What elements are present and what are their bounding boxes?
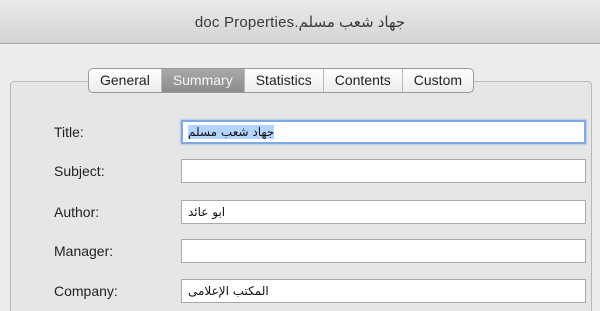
title-field[interactable]: جهاد شعب مسلم xyxy=(181,120,586,144)
company-field[interactable]: المكتب الإعلامى xyxy=(181,279,586,303)
tab-statistics[interactable]: Statistics xyxy=(245,69,324,92)
subject-field[interactable] xyxy=(181,159,586,183)
tab-summary[interactable]: Summary xyxy=(161,69,245,92)
author-label: Author: xyxy=(54,204,100,220)
tab-general[interactable]: General xyxy=(89,69,162,92)
manager-field[interactable] xyxy=(181,239,586,263)
author-value: ابو عائد xyxy=(188,205,226,219)
company-value: المكتب الإعلامى xyxy=(188,284,269,298)
author-field[interactable]: ابو عائد xyxy=(181,200,586,224)
tab-bar: General Summary Statistics Contents Cust… xyxy=(88,68,475,93)
title-bar[interactable]: جهاد شعب مسلم.doc Properties xyxy=(0,0,600,44)
tab-custom[interactable]: Custom xyxy=(403,69,473,92)
manager-label: Manager: xyxy=(54,243,114,259)
properties-window: جهاد شعب مسلم.doc Properties General Sum… xyxy=(0,0,600,311)
window-title: جهاد شعب مسلم.doc Properties xyxy=(194,13,406,31)
company-label: Company: xyxy=(54,283,118,299)
tab-contents[interactable]: Contents xyxy=(324,69,403,92)
title-value: جهاد شعب مسلم xyxy=(188,125,275,139)
subject-label: Subject: xyxy=(54,163,105,179)
title-label: Title: xyxy=(54,124,84,140)
summary-panel: Title: جهاد شعب مسلم Subject: Author: اب… xyxy=(10,81,592,311)
